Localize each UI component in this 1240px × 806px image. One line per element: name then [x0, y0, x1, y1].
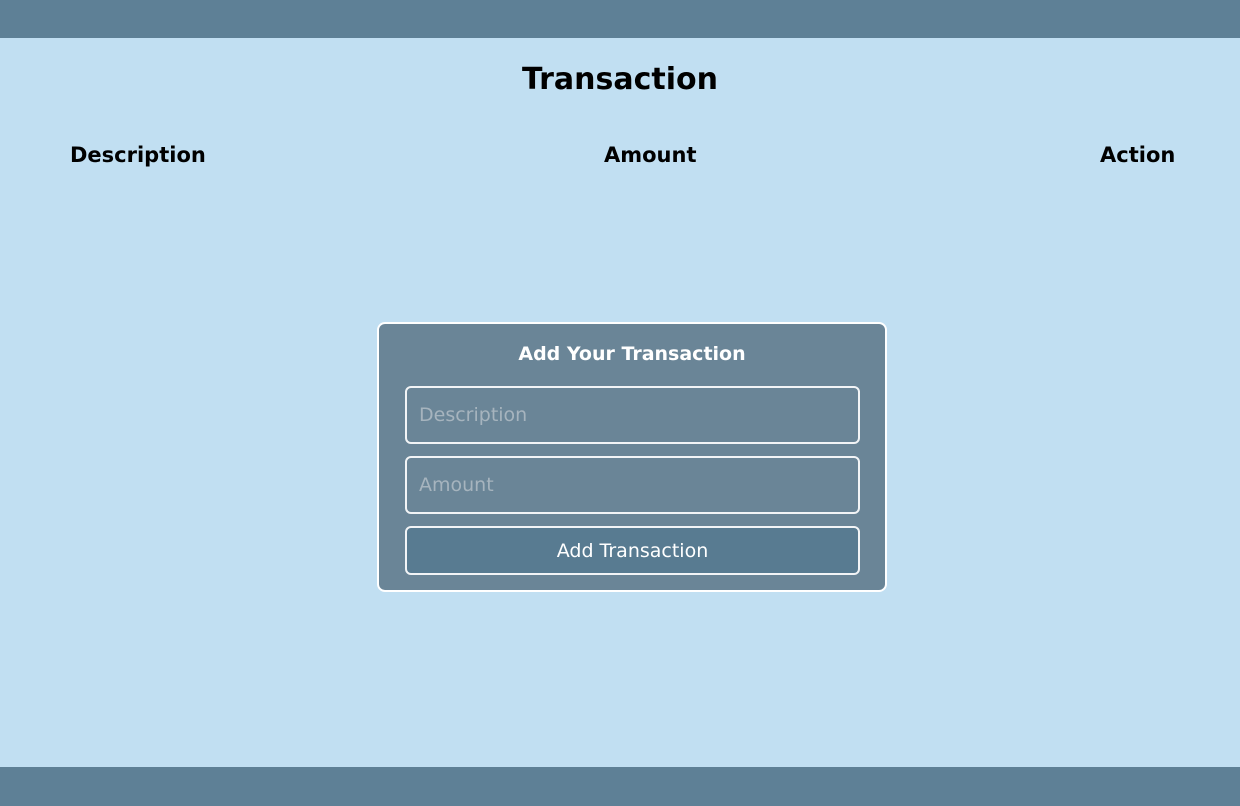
add-transaction-button[interactable]: Add Transaction	[405, 526, 860, 575]
page-title: Transaction	[521, 62, 719, 97]
column-header-action: Action	[1100, 143, 1176, 167]
form-title: Add Your Transaction	[518, 343, 746, 365]
column-header-description: Description	[70, 143, 206, 167]
column-header-amount: Amount	[604, 143, 697, 167]
description-input[interactable]	[405, 386, 860, 444]
top-bar	[0, 0, 1240, 38]
add-transaction-form: Add Your Transaction Add Transaction	[377, 322, 887, 592]
bottom-bar	[0, 767, 1240, 806]
amount-input[interactable]	[405, 456, 860, 514]
